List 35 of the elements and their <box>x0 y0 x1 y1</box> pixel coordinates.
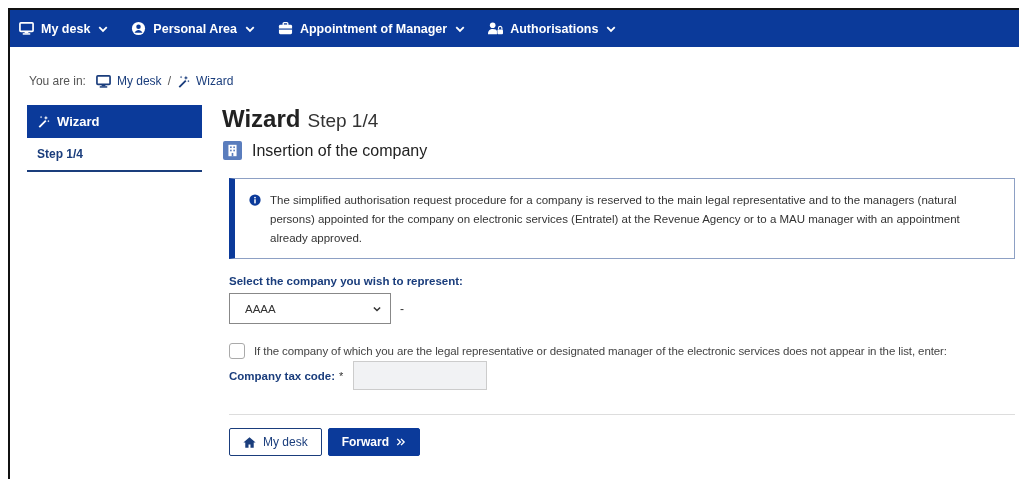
monitor-icon <box>19 21 34 36</box>
user-icon <box>131 21 147 36</box>
home-icon <box>243 435 256 449</box>
info-icon <box>249 194 261 206</box>
page-title: Wizard <box>222 105 301 133</box>
briefcase-icon <box>277 21 293 36</box>
home-button[interactable]: My desk <box>229 428 322 456</box>
company-dropdown[interactable]: AAAA <box>229 293 391 324</box>
magic-wand-icon <box>37 115 50 128</box>
sidebar-header: Wizard <box>27 105 202 138</box>
building-icon <box>223 141 242 160</box>
checkbox-label: If the company of which you are the legal representative or designated manager of the electronic services does not appear in the list, enter: <box>254 345 947 357</box>
nav-menu-button[interactable]: Authorisations <box>488 21 618 36</box>
breadcrumb-link[interactable]: Wizard <box>176 74 234 88</box>
dash-text: - <box>400 301 404 316</box>
field-label: Company tax code: <box>229 369 336 382</box>
tax-code-input-field[interactable] <box>353 361 488 390</box>
info-message: The simplified authorisation request procedure for a company is reserved to the main legal representative and to the managers (natural persons) appointed for the company on electronic services (Entratel) at the Revenue Agency or to a MAU manager with an appointment already approved. <box>270 193 961 246</box>
nav-menu-button[interactable]: Appointment of Manager <box>277 21 467 36</box>
breadcrumb-label: You are in: <box>29 74 86 88</box>
magic-wand-icon <box>176 74 190 88</box>
required-mark: * <box>339 369 344 382</box>
section-title: Insertion of the company <box>252 141 428 160</box>
page-subtitle: Step 1/4 <box>307 110 379 132</box>
monitor-icon <box>95 73 111 89</box>
sidebar-step-item[interactable]: Step 1/4 <box>27 138 202 172</box>
double-chevron-icon <box>396 437 407 447</box>
nav-menu-button[interactable]: My desk <box>19 21 110 36</box>
checkbox[interactable] <box>229 343 245 359</box>
breadcrumb-link[interactable]: My desk <box>95 73 162 89</box>
field-label: Select the company you wish to represent: <box>229 275 464 287</box>
user-lock-icon <box>488 21 504 36</box>
breadcrumb-separator: / <box>167 74 171 88</box>
forward-button[interactable]: Forward <box>327 428 421 456</box>
nav-menu-button[interactable]: Personal Area <box>131 21 256 36</box>
